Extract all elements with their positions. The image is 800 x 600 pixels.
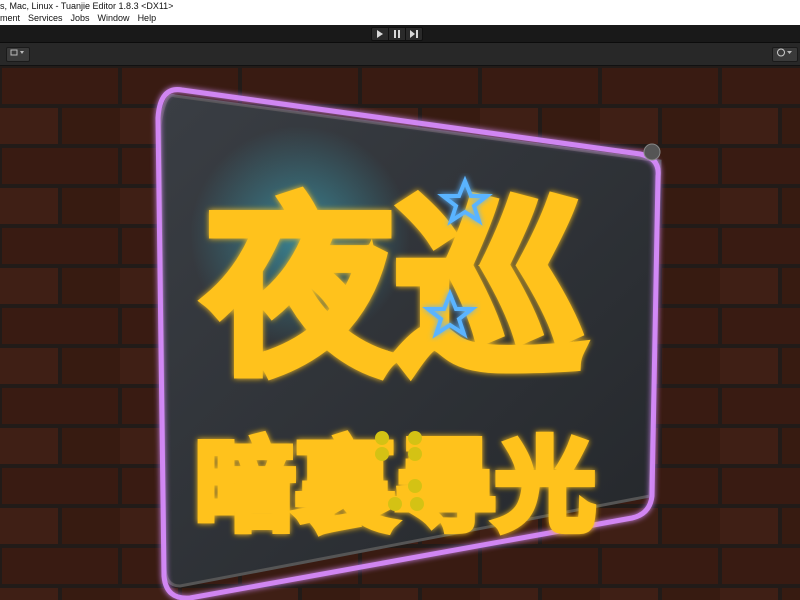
pause-button[interactable]	[389, 28, 406, 40]
scene-view-toolbar	[0, 43, 800, 66]
pause-icon	[394, 30, 400, 38]
menu-item-component[interactable]: ment	[0, 12, 20, 25]
sign-subtitle: 暗裏尋光	[195, 428, 595, 545]
play-button[interactable]	[372, 28, 389, 40]
neon-sign: 夜巡 暗裏尋光	[155, 87, 662, 600]
menu-item-window[interactable]: Window	[98, 12, 130, 25]
scene-viewport[interactable]: 夜巡 暗裏尋光	[0, 66, 800, 600]
sign-title: 夜巡	[204, 180, 585, 401]
step-button[interactable]	[406, 28, 422, 40]
playmode-controls	[371, 27, 423, 41]
menu-item-jobs[interactable]: Jobs	[71, 12, 90, 25]
scene-tool-dropdown[interactable]	[6, 47, 30, 62]
gizmos-dropdown[interactable]	[772, 47, 798, 62]
menu-bar: ment Services Jobs Window Help	[0, 12, 800, 25]
mount-bolt	[643, 143, 661, 161]
scene-render: 夜巡 暗裏尋光	[0, 66, 800, 600]
menu-item-help[interactable]: Help	[138, 12, 157, 25]
step-icon	[410, 30, 418, 38]
gizmo-globe-icon	[777, 48, 792, 57]
play-icon	[377, 30, 383, 38]
main-toolbar	[0, 25, 800, 43]
menu-item-services[interactable]: Services	[28, 12, 63, 25]
transform-tool-icon	[10, 49, 24, 56]
window-title-bar: s, Mac, Linux - Tuanjie Editor 1.8.3 <DX…	[0, 0, 800, 12]
window-title: s, Mac, Linux - Tuanjie Editor 1.8.3 <DX…	[0, 1, 174, 11]
